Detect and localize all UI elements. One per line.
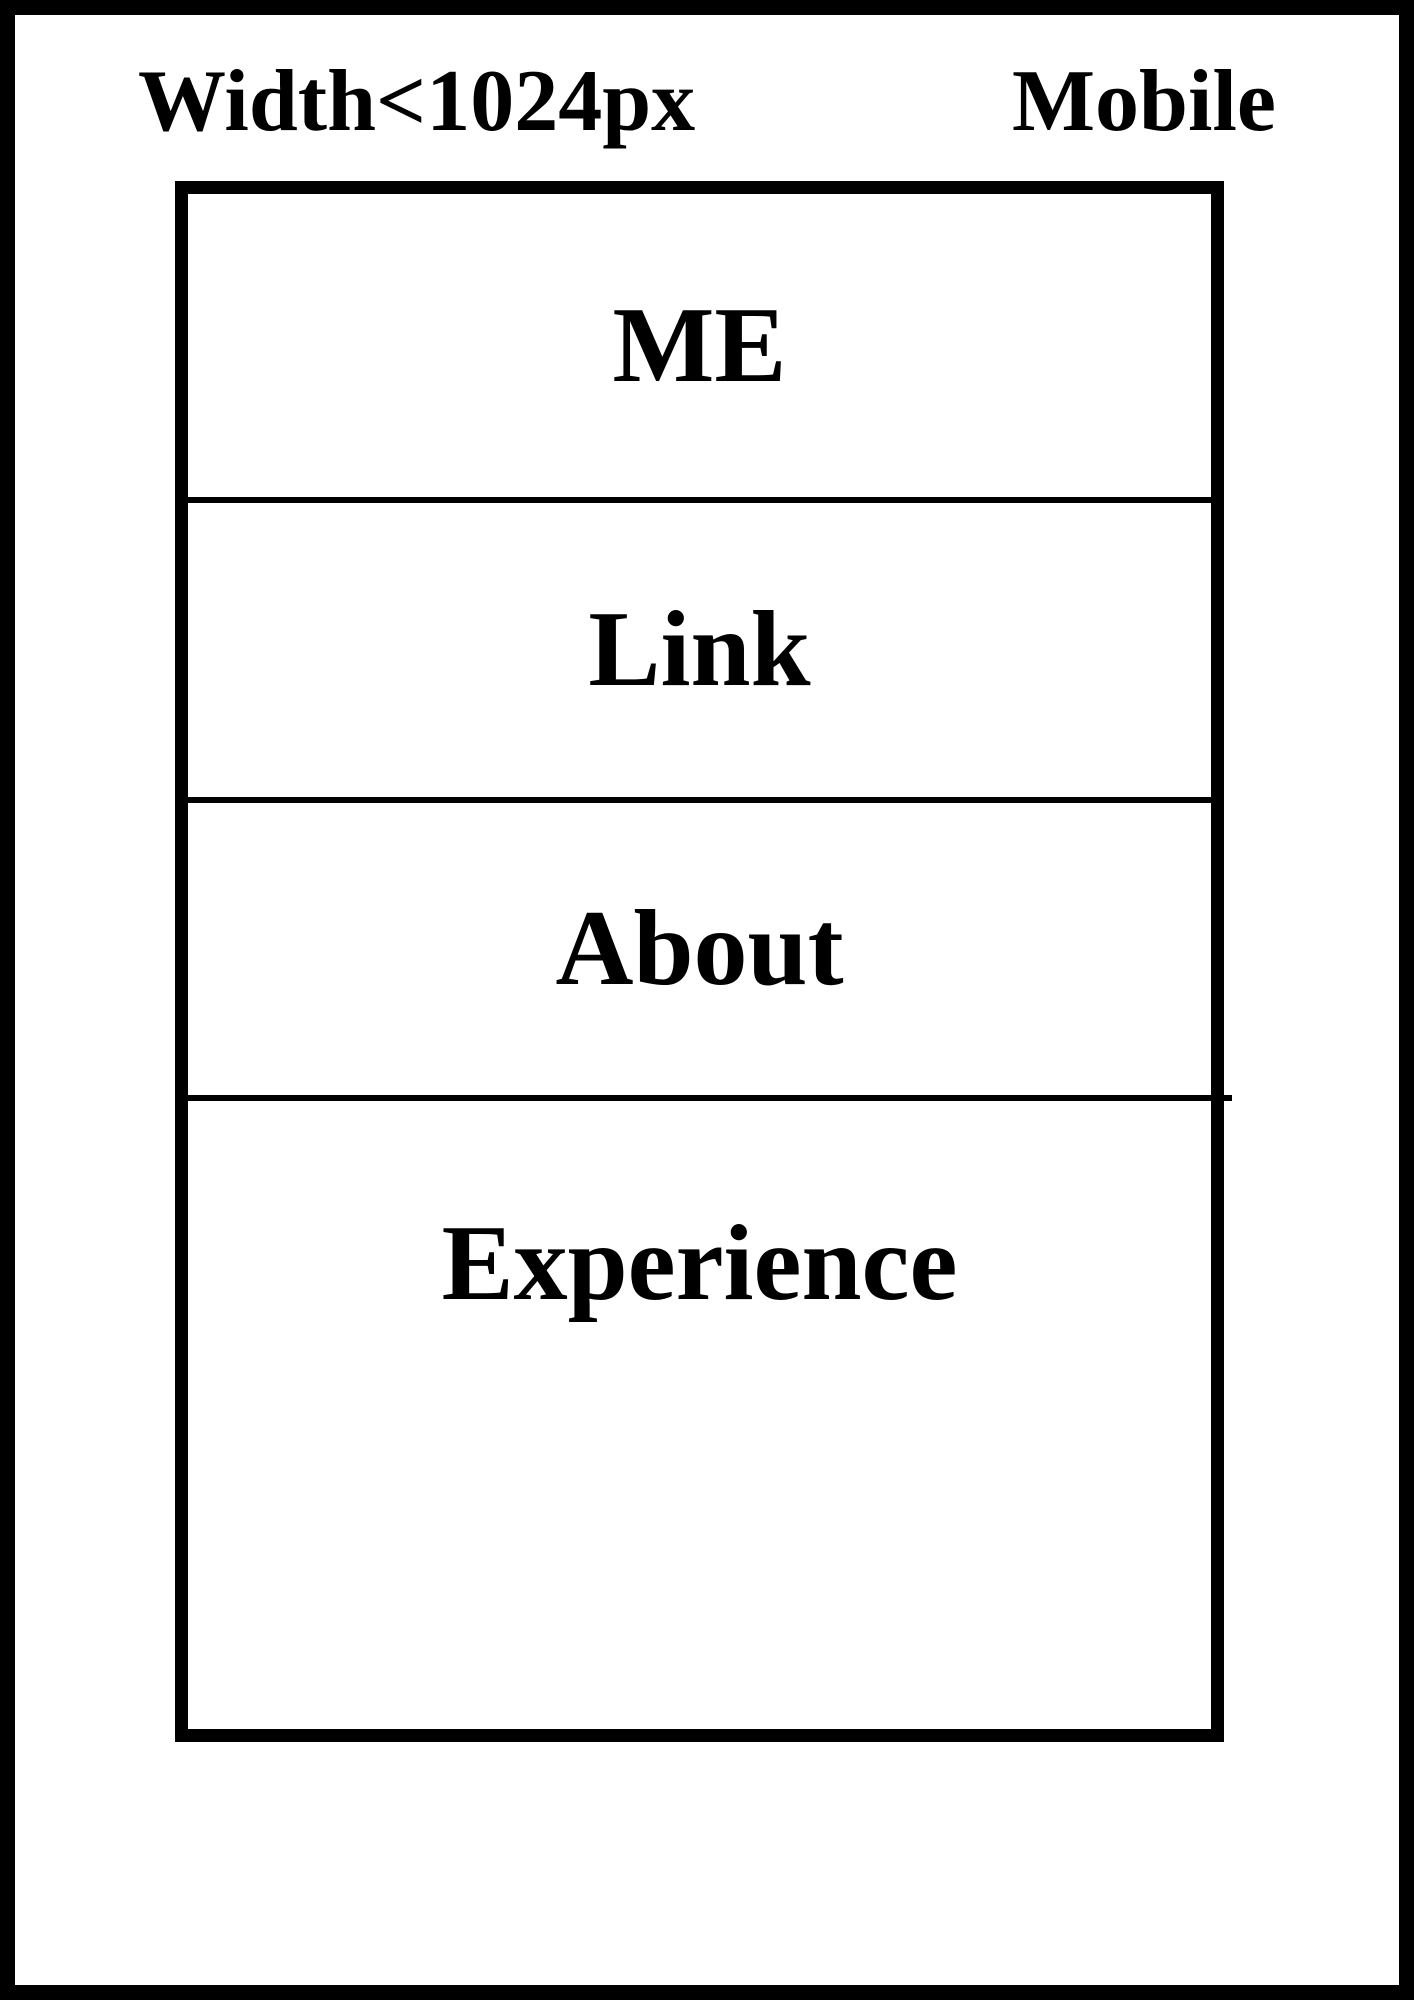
breakpoint-label: Width<1024px bbox=[138, 53, 696, 150]
section-about: About bbox=[555, 889, 844, 1008]
mobile-layout-box: ME Link About Experience bbox=[175, 181, 1232, 1742]
section-link: Link bbox=[588, 590, 811, 709]
section-experience: Experience bbox=[441, 1204, 958, 1323]
divider bbox=[188, 1095, 1232, 1101]
section-me: ME bbox=[612, 285, 787, 405]
device-label: Mobile bbox=[1012, 53, 1276, 150]
